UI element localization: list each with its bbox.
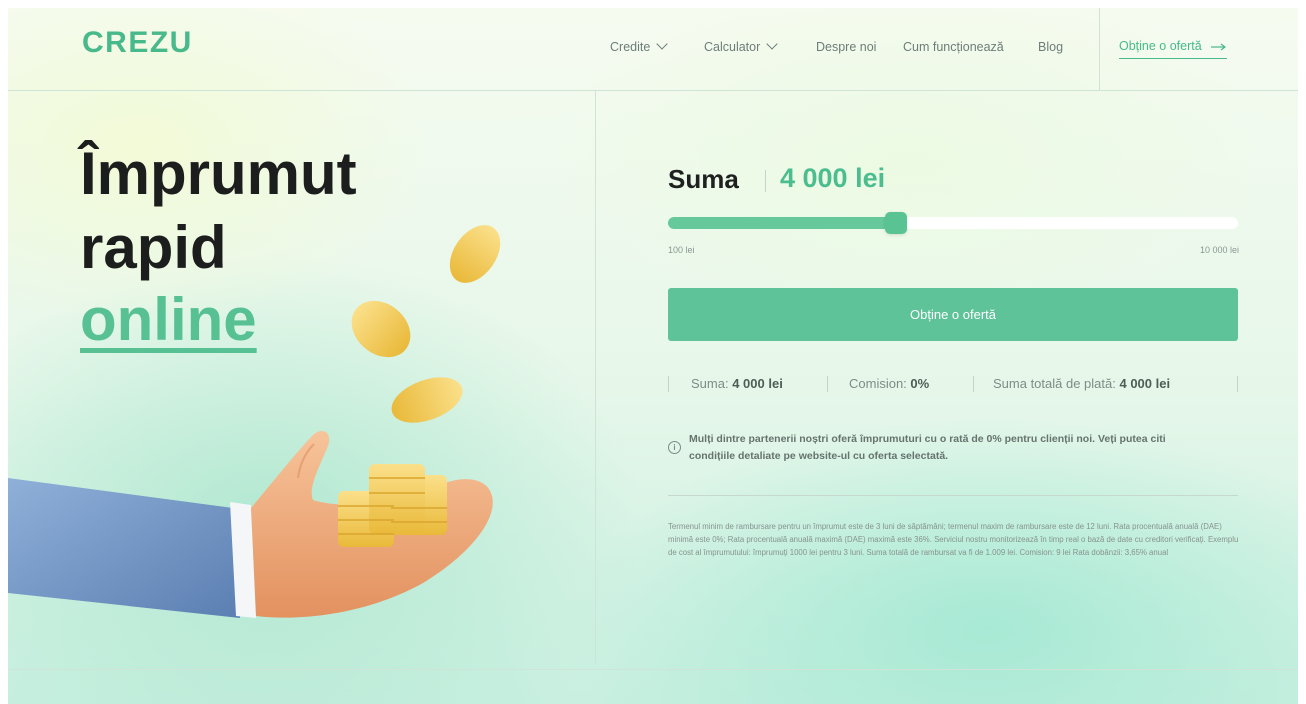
get-offer-link-label: Obține o ofertă <box>1119 39 1202 53</box>
amount-label: Suma <box>668 164 739 194</box>
summary-commission: Comision: 0% <box>849 376 929 391</box>
chevron-down-icon <box>766 38 778 50</box>
legal-disclaimer: Termenul minim de rambursare pentru un î… <box>668 522 1239 558</box>
hand-with-coins-illustration <box>8 225 501 618</box>
header-divider <box>1099 8 1100 90</box>
column-divider <box>595 91 596 663</box>
info-icon: i <box>668 441 681 454</box>
arrow-right-icon <box>1211 43 1227 51</box>
get-offer-button[interactable]: Obține o ofertă <box>668 288 1238 341</box>
nav-item-credite[interactable]: Credite <box>610 38 668 54</box>
nav-item-label: Calculator <box>704 40 761 54</box>
amount-slider-fill <box>668 217 896 229</box>
summary-divider <box>827 376 828 392</box>
coin-icon <box>449 225 501 283</box>
summary-total-value: 4 000 lei <box>1119 376 1171 391</box>
nav-item-label: Blog <box>1038 40 1064 54</box>
summary-divider <box>973 376 974 392</box>
amount-separator <box>765 170 766 192</box>
coin-stack-icon <box>338 464 447 547</box>
nav-item-label: Despre noi <box>816 40 877 54</box>
nav-item-calculator[interactable]: Calculator <box>704 38 778 54</box>
coin-icon <box>351 300 411 358</box>
disclaimer-divider <box>668 495 1238 496</box>
summary-amount-label: Suma: <box>691 376 729 391</box>
header-divider-line <box>8 90 1298 91</box>
logo[interactable]: CREZU <box>82 26 193 60</box>
nav-item-blog[interactable]: Blog <box>1038 40 1063 54</box>
slider-max-label: 10 000 lei <box>1199 245 1239 255</box>
nav-item-label: Credite <box>610 40 651 54</box>
amount-slider-handle[interactable] <box>885 212 907 234</box>
page: CREZU Credite Calculator Despre noi Cum … <box>8 8 1298 704</box>
chevron-down-icon <box>656 38 668 50</box>
summary-amount-value: 4 000 lei <box>732 376 783 391</box>
zero-rate-info-text: Mulți dintre partenerii noștri oferă împ… <box>689 433 1166 462</box>
summary-total-label: Suma totală de plată: <box>993 376 1116 391</box>
hero-title-line1: Împrumut <box>80 140 357 207</box>
summary-commission-label: Comision: <box>849 376 907 391</box>
summary-divider <box>1237 376 1238 392</box>
summary-amount: Suma: 4 000 lei <box>691 376 783 391</box>
get-offer-link[interactable]: Obține o ofertă <box>1119 39 1228 59</box>
nav-item-despre-noi[interactable]: Despre noi <box>816 40 876 54</box>
summary-total: Suma totală de plată: 4 000 lei <box>993 376 1170 391</box>
loan-summary: Suma: 4 000 lei Comision: 0% Suma totală… <box>668 374 1238 394</box>
nav-item-label: Cum funcționează <box>903 40 1004 54</box>
summary-divider <box>668 376 669 392</box>
summary-commission-value: 0% <box>910 376 930 391</box>
coin-icon <box>391 377 463 423</box>
slider-min-label: 100 lei <box>668 245 695 255</box>
amount-value: 4 000 lei <box>780 163 886 193</box>
nav-item-cum-functioneaza[interactable]: Cum funcționează <box>903 40 1004 54</box>
footer-divider-line <box>8 669 1298 670</box>
